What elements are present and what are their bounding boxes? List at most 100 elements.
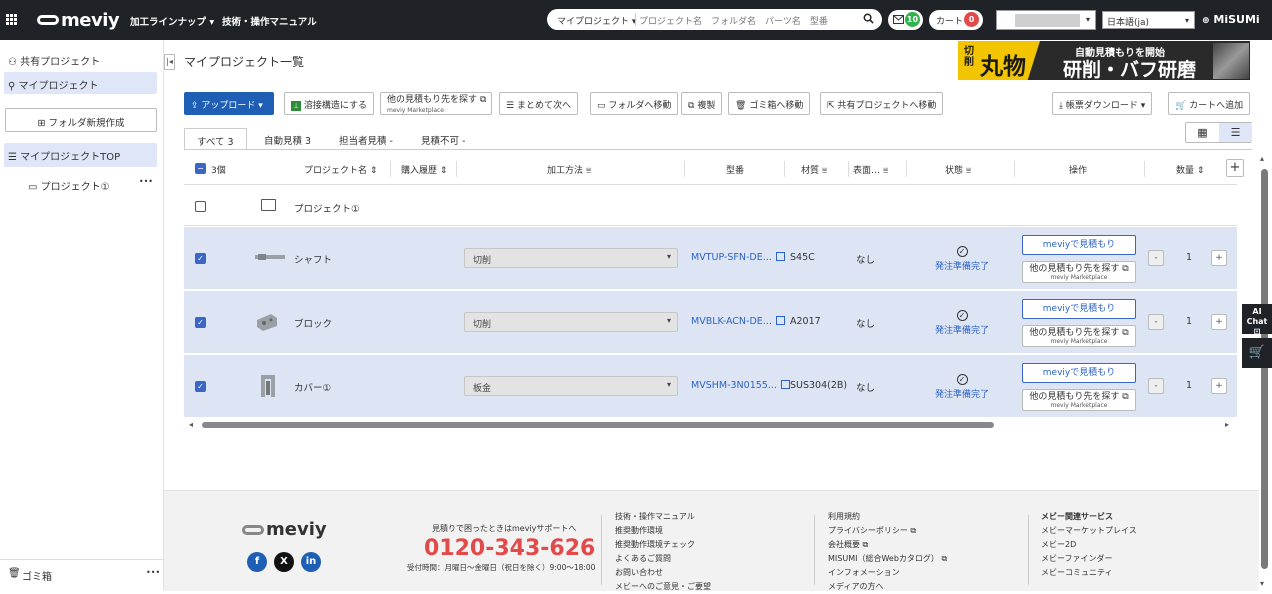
footer-link[interactable]: 推奨動作環境チェック (615, 538, 711, 552)
ai-chat-button[interactable]: AI Chat ⊡ (1242, 304, 1272, 336)
part-name[interactable]: カバー① (294, 380, 331, 394)
search-scope-select[interactable]: マイプロジェクト ▾ (557, 14, 636, 27)
search-icon[interactable] (863, 13, 874, 24)
footer-link[interactable]: メビーコミュニティ (1041, 566, 1137, 580)
add-cart-button[interactable]: 🛒 カートへ追加 (1168, 92, 1251, 115)
view-toggle[interactable]: ▦ ☰ (1185, 122, 1252, 143)
col-purchase-history[interactable]: 購入履歴 ⇕ (401, 163, 447, 176)
upload-button[interactable]: ⇪ アップロード ▾ (184, 92, 274, 115)
sidebar-item-my-projects[interactable]: ⚲ マイプロジェクト (4, 72, 157, 94)
row-checkbox[interactable]: ✓ (195, 317, 206, 328)
mail-button[interactable]: 10 (888, 10, 923, 30)
other-quote-button[interactable]: 他の見積もり先を探す ⧉ meviy Marketplace (1022, 389, 1136, 411)
copy-icon[interactable] (775, 316, 785, 325)
quantity-stepper[interactable]: -1 + (1145, 247, 1233, 269)
batch-next-button[interactable]: ☰ まとめて次へ (499, 92, 578, 115)
tree-item-top[interactable]: ☰ マイプロジェクトTOP (4, 143, 157, 167)
tab-all[interactable]: すべて 3 (184, 128, 247, 150)
search-bar[interactable]: マイプロジェクト ▾ プロジェクト名 フォルダ名 パーツ名 型番 (547, 9, 882, 30)
grid-view-icon[interactable]: ▦ (1186, 123, 1219, 142)
move-shared-button[interactable]: ⇱ 共有プロジェクトへ移動 (820, 92, 944, 115)
method-select[interactable]: 切削 ▾ (464, 248, 678, 268)
qty-plus-button[interactable]: + (1211, 378, 1227, 394)
list-view-icon[interactable]: ☰ (1219, 123, 1252, 142)
footer-link[interactable]: メディアの方へ (828, 580, 947, 594)
col-surface[interactable]: 表面… ⩸ (853, 163, 888, 176)
footer-link[interactable]: メビー2D (1041, 538, 1137, 552)
vertical-scrollbar[interactable]: ▴ ▾ (1259, 154, 1270, 591)
qty-plus-button[interactable]: + (1211, 314, 1227, 330)
linkedin-icon[interactable]: in (301, 552, 321, 572)
tab-no-quote[interactable]: 見積不可 - (409, 128, 477, 150)
select-all-checkbox[interactable]: − (195, 163, 206, 174)
facebook-icon[interactable]: f (247, 552, 267, 572)
floating-cart-button[interactable]: 🛒 (1242, 338, 1272, 368)
row-checkbox[interactable]: ✓ (195, 253, 206, 264)
part-name[interactable]: ブロック (294, 316, 332, 330)
footer-link[interactable]: インフォメーション (828, 566, 947, 580)
copy-icon[interactable] (780, 380, 790, 389)
qty-value[interactable]: 1 (1173, 252, 1205, 263)
nav-lineup[interactable]: 加工ラインナップ ▾ (130, 14, 214, 28)
qty-minus-button[interactable]: - (1148, 250, 1164, 266)
footer-link[interactable]: メビーへのご意見・ご要望 (615, 580, 711, 594)
tree-item-project[interactable]: ▭ プロジェクト① ••• (24, 173, 159, 195)
report-download-button[interactable]: ⤓ 帳票ダウンロード ▾ (1052, 92, 1153, 115)
quantity-stepper[interactable]: -1 + (1145, 375, 1233, 397)
meviy-quote-button[interactable]: meviyで見積もり (1022, 235, 1136, 255)
more-options-icon[interactable]: ••• (139, 177, 153, 186)
part-number-link[interactable]: MVSHM-3N0155... (691, 380, 790, 391)
tab-staff-quote[interactable]: 担当者見積 - (327, 128, 405, 150)
qty-minus-button[interactable]: - (1148, 378, 1164, 394)
x-icon[interactable]: X (274, 552, 294, 572)
user-select[interactable]: ▾ (996, 10, 1096, 30)
other-quote-button[interactable]: 他の見積もり先を探す ⧉ meviy Marketplace (1022, 325, 1136, 347)
table-row-folder[interactable]: プロジェクト① (184, 186, 1237, 226)
col-qty[interactable]: 数量 ⇕ (1176, 163, 1204, 176)
support-phone[interactable]: 0120-343-626 (424, 536, 595, 561)
tab-auto-quote[interactable]: 自動見積 3 (252, 128, 323, 150)
footer-link[interactable]: メビーマーケットプレイス (1041, 524, 1137, 538)
cart-button[interactable]: カート 0 (929, 10, 983, 30)
row-checkbox[interactable]: ✓ (195, 381, 206, 392)
move-folder-button[interactable]: ▭ フォルダへ移動 (590, 92, 679, 115)
promo-banner[interactable]: 切削 丸物 自動見積もりを開始 研削・バフ研磨 (958, 41, 1250, 80)
meviy-logo[interactable]: meviy (37, 10, 120, 31)
trash-more-icon[interactable]: ••• (146, 568, 160, 577)
part-name[interactable]: シャフト (294, 252, 332, 266)
scroll-right-icon[interactable]: ▸ (1225, 420, 1229, 429)
misumi-logo[interactable]: ⊕ MiSUMi (1202, 13, 1260, 26)
scroll-thumb[interactable] (202, 422, 994, 428)
method-select[interactable]: 板金 ▾ (464, 376, 678, 396)
table-row[interactable]: ✓ シャフト 切削 ▾ MVTUP-SFN-DE... S45C なし ✓ 発注準備… (184, 227, 1237, 290)
qty-value[interactable]: 1 (1173, 316, 1205, 327)
app-grid-icon[interactable] (6, 14, 17, 25)
row-checkbox[interactable] (195, 201, 206, 212)
folder-name[interactable]: プロジェクト① (294, 201, 360, 215)
trash-move-button[interactable]: 🗑 ゴミ箱へ移動 (728, 92, 811, 115)
copy-icon[interactable] (775, 252, 785, 261)
new-folder-button[interactable]: ⊞ フォルダ新規作成 (5, 108, 157, 132)
col-material[interactable]: 材質 ⩸ (801, 163, 827, 176)
footer-link[interactable]: プライバシーポリシー ⧉ (828, 524, 947, 538)
col-part-no[interactable]: 型番 (726, 163, 744, 176)
qty-value[interactable]: 1 (1173, 380, 1205, 391)
meviy-quote-button[interactable]: meviyで見積もり (1022, 363, 1136, 383)
footer-link[interactable]: よくあるご質問 (615, 552, 711, 566)
search-input[interactable]: プロジェクト名 フォルダ名 パーツ名 型番 (639, 14, 828, 27)
sidebar-item-shared-projects[interactable]: ⚇ 共有プロジェクト (4, 48, 157, 70)
footer-link[interactable]: MISUMI（総合Webカタログ） ⧉ (828, 552, 947, 566)
scroll-left-icon[interactable]: ◂ (189, 420, 193, 429)
table-row[interactable]: ✓ ブロック 切削 ▾ MVBLK-ACN-DE... A2017 なし ✓ 発注準… (184, 291, 1237, 354)
copy-button[interactable]: ⧉ 複製 (681, 92, 723, 115)
footer-link[interactable]: 利用規約 (828, 510, 947, 524)
collapse-sidebar-button[interactable]: |◂ (164, 54, 175, 70)
footer-link[interactable]: お問い合わせ (615, 566, 711, 580)
add-column-button[interactable]: + (1226, 159, 1244, 177)
language-select[interactable]: 日本語(ja) ▾ (1102, 11, 1195, 29)
scroll-down-icon[interactable]: ▾ (1260, 579, 1264, 588)
scroll-thumb[interactable] (1261, 169, 1268, 569)
part-number-link[interactable]: MVTUP-SFN-DE... (691, 252, 785, 263)
sidebar-trash[interactable]: 🗑 ゴミ箱 ••• (0, 559, 164, 591)
col-method[interactable]: 加工方法 ⩸ (547, 163, 591, 176)
